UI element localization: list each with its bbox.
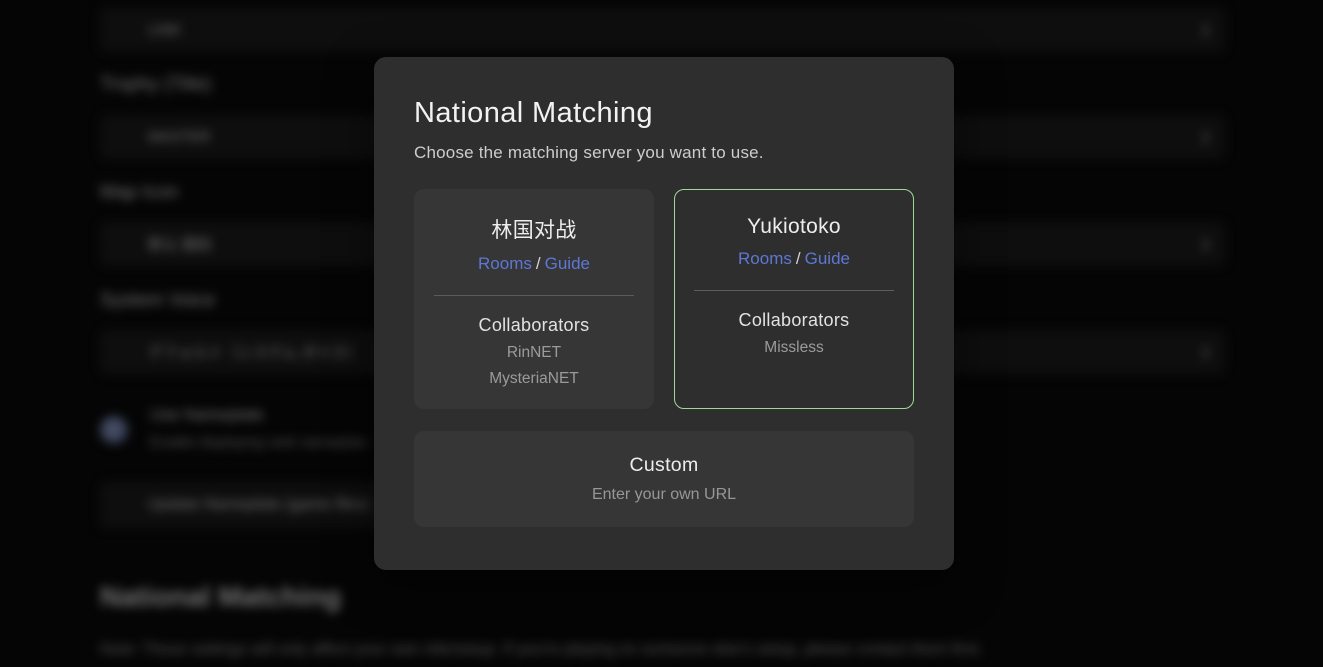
link-separator: /: [532, 254, 545, 273]
rooms-link[interactable]: Rooms: [478, 254, 532, 273]
link-separator: /: [792, 249, 805, 268]
server-name: Yukiotoko: [747, 215, 841, 239]
custom-card-title: Custom: [630, 454, 699, 477]
server-card-linguo[interactable]: 林国对战 Rooms/Guide Collaborators RinNET My…: [414, 189, 654, 409]
collaborator-name: Missless: [764, 339, 823, 357]
collaborator-name: MysteriaNET: [489, 370, 579, 388]
guide-link[interactable]: Guide: [805, 249, 850, 268]
server-links: Rooms/Guide: [738, 249, 850, 269]
custom-server-card[interactable]: Custom Enter your own URL: [414, 431, 914, 527]
rooms-link[interactable]: Rooms: [738, 249, 792, 268]
card-divider: [694, 290, 894, 291]
modal-subtitle: Choose the matching server you want to u…: [414, 143, 914, 163]
server-options-row: 林国对战 Rooms/Guide Collaborators RinNET My…: [414, 189, 914, 409]
collaborators-heading: Collaborators: [739, 310, 850, 331]
server-card-yukiotoko[interactable]: Yukiotoko Rooms/Guide Collaborators Miss…: [674, 189, 914, 409]
collaborators-heading: Collaborators: [479, 315, 590, 336]
card-divider: [434, 295, 634, 296]
server-name: 林国对战: [491, 214, 576, 244]
national-matching-modal: National Matching Choose the matching se…: [374, 57, 954, 570]
custom-card-subtitle: Enter your own URL: [592, 486, 736, 504]
guide-link[interactable]: Guide: [545, 254, 590, 273]
server-links: Rooms/Guide: [478, 254, 590, 274]
modal-title: National Matching: [414, 97, 914, 130]
collaborator-name: RinNET: [507, 344, 561, 362]
